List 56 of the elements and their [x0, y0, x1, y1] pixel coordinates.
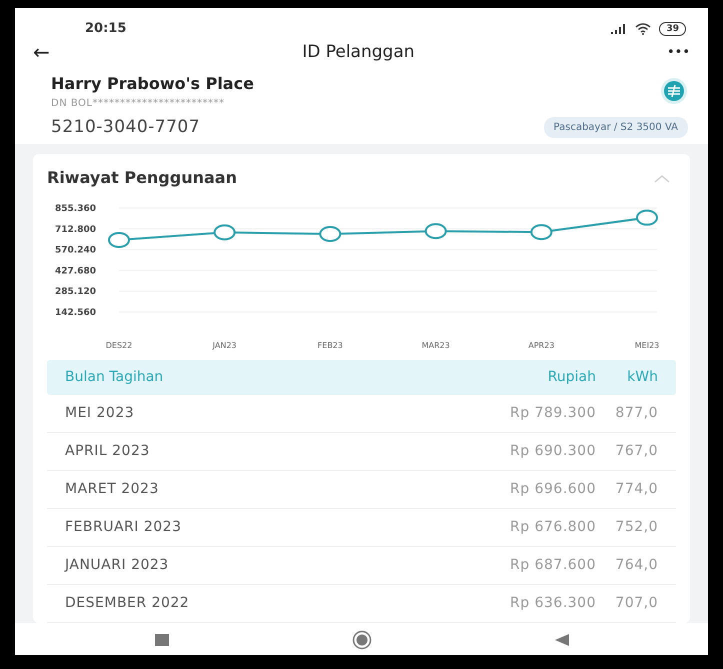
table-cell-text: 877,0 — [614, 404, 659, 423]
table-cell-text: DESEMBER 2022 — [64, 594, 190, 613]
table-cell-text: FEBRUARI 2023 — [64, 518, 182, 537]
data-point — [108, 232, 130, 248]
back-button[interactable]: ← — [33, 42, 50, 62]
axis-label: APR23 — [528, 341, 554, 350]
square-icon — [154, 634, 168, 646]
axis-label: FEB23 — [318, 341, 343, 350]
table-cell-text: MEI 2023 — [64, 404, 136, 423]
table-cell-text: MARET 2023 — [64, 480, 160, 499]
column-header: Rupiah — [546, 368, 596, 387]
customer-name: Harry Prabowo's Place — [51, 72, 254, 94]
table-cell-text: 752,0 — [614, 518, 659, 537]
axis-label: 285.120 — [55, 287, 96, 298]
triangle-icon — [554, 634, 568, 646]
axis-label: DES22 — [106, 341, 132, 350]
data-point — [319, 226, 342, 242]
table-cell-text: Rp 636.300 — [509, 594, 596, 613]
masked-id: DN BOL************************ — [51, 96, 226, 110]
chevron-up-icon — [654, 174, 670, 183]
emblem-icon — [660, 77, 688, 105]
circle-icon — [352, 630, 372, 650]
table-cell-text: 707,0 — [614, 594, 659, 613]
table-cell-text: Rp 690.300 — [509, 442, 596, 461]
axis-label: 855.360 — [55, 204, 96, 214]
column-header: kWh — [626, 368, 659, 387]
axis-label: 712.800 — [55, 224, 96, 235]
more-button[interactable]: ••• — [666, 46, 690, 59]
table-cell-text: APRIL 2023 — [64, 442, 151, 461]
table-cell-text: JANUARI 2023 — [63, 556, 170, 575]
table-cell-text: Rp 789.300 — [509, 404, 596, 423]
axis-label: 427.680 — [55, 266, 96, 276]
table-cell-text: Rp 696.600 — [509, 480, 596, 499]
data-point — [214, 224, 236, 240]
axis-label: 570.240 — [55, 246, 96, 256]
table-cell-text: Rp 687.600 — [509, 556, 596, 575]
wifi-icon — [635, 22, 652, 35]
axis-label: MAR23 — [422, 341, 450, 350]
tariff-tag: Pascabayar / S2 3500 VA — [544, 116, 688, 138]
data-point — [424, 223, 447, 240]
page-title: ID Pelanggan — [302, 40, 415, 64]
table-cell-text: 764,0 — [614, 556, 659, 575]
column-header: Bulan Tagihan — [64, 368, 164, 387]
card-title: Riwayat Penggunaan — [47, 167, 237, 189]
data-point — [530, 224, 552, 240]
table-cell-text: Rp 676.800 — [509, 518, 596, 537]
table-cell-text: 774,0 — [614, 480, 659, 499]
axis-label: JAN23 — [212, 341, 237, 350]
account-number: 5210-3040-7707 — [51, 116, 200, 138]
data-point — [636, 210, 658, 226]
signal-icon — [611, 24, 628, 34]
battery-indicator: 39 — [659, 22, 686, 36]
status-time: 20:15 — [85, 20, 126, 38]
table-cell-text: 767,0 — [614, 442, 659, 461]
axis-label: MEI23 — [634, 341, 660, 350]
axis-label: 142.560 — [55, 308, 96, 318]
